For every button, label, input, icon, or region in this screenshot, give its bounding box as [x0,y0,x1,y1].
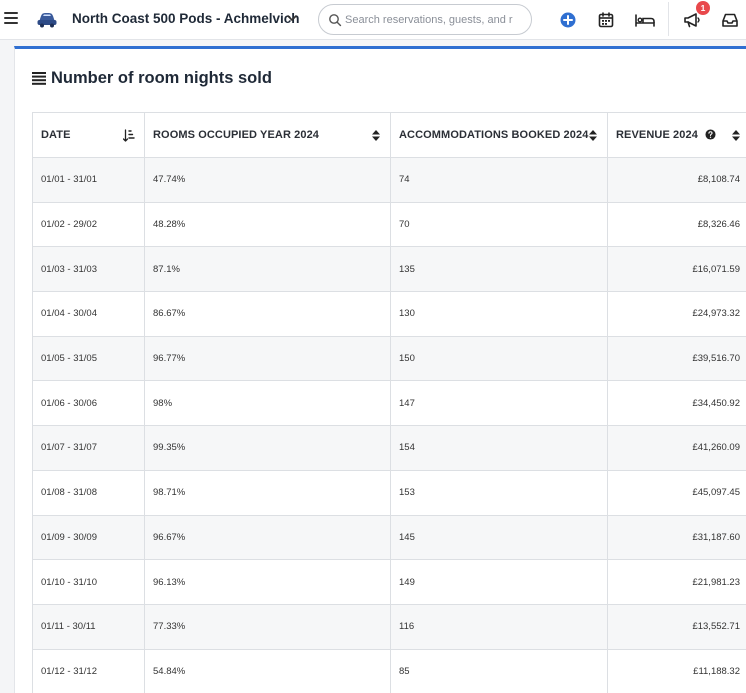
column-header-rooms-occupied[interactable]: ROOMS OCCUPIED YEAR 2024 [144,112,391,158]
column-header-accommodations-booked[interactable]: ACCOMMODATIONS BOOKED 2024 [390,112,608,158]
cell-date: 01/01 - 31/01 [32,157,145,203]
property-selector[interactable]: North Coast 500 Pods - Achmelvich [72,11,300,26]
table-row: 01/02 - 29/02 48.28% 70 £8,326.46 [32,201,746,248]
table-row: 01/04 - 30/04 86.67% 130 £24,973.32 [32,291,746,337]
report-table-wrap: DATE ROOMS OCCUPIED YEAR 2024 ACCOMMODAT… [32,112,746,693]
cell-rooms-occupied: 47.74% [144,157,391,203]
toolbar-divider [668,2,669,36]
cell-date: 01/07 - 31/07 [32,425,145,471]
help-icon[interactable] [705,129,716,140]
search-icon [329,14,342,27]
cell-accommodations-booked: 149 [390,559,608,605]
panel-title: Number of room nights sold [51,68,272,87]
column-header-revenue[interactable]: REVENUE 2024 [607,112,746,158]
report-panel: Number of room nights sold DATE ROOMS OC… [14,46,746,693]
car-icon[interactable] [36,10,58,28]
room-nights-table: DATE ROOMS OCCUPIED YEAR 2024 ACCOMMODAT… [32,112,746,693]
cell-rooms-occupied: 96.13% [144,559,391,605]
column-header-label: REVENUE 2024 [616,129,698,141]
cell-revenue: £21,981.23 [607,559,746,605]
bed-icon[interactable] [634,10,656,30]
table-row: 01/12 - 31/12 54.84% 85 £11,188.32 [32,648,746,693]
cell-accommodations-booked: 85 [390,648,608,693]
cell-rooms-occupied: 87.1% [144,246,391,293]
cell-rooms-occupied: 96.67% [144,514,391,561]
cell-rooms-occupied: 48.28% [144,201,391,248]
cell-rooms-occupied: 98.71% [144,469,391,516]
cell-revenue: £24,973.32 [607,291,746,337]
cell-revenue: £13,552.71 [607,603,746,650]
sort-icon[interactable] [371,129,381,142]
cell-rooms-occupied: 77.33% [144,603,391,650]
cell-revenue: £31,187.60 [607,514,746,561]
cell-accommodations-booked: 145 [390,514,608,561]
table-row: 01/10 - 31/10 96.13% 149 £21,981.23 [32,559,746,605]
table-row: 01/07 - 31/07 99.35% 154 £41,260.09 [32,425,746,471]
cell-accommodations-booked: 154 [390,425,608,471]
chevron-down-icon[interactable] [286,12,298,24]
cell-rooms-occupied: 96.77% [144,335,391,382]
table-row: 01/05 - 31/05 96.77% 150 £39,516.70 [32,335,746,382]
cell-revenue: £39,516.70 [607,335,746,382]
cell-accommodations-booked: 135 [390,246,608,293]
menu-icon[interactable] [4,12,18,24]
table-row: 01/09 - 30/09 96.67% 145 £31,187.60 [32,514,746,561]
cell-accommodations-booked: 74 [390,157,608,203]
column-header-label: ROOMS OCCUPIED YEAR 2024 [153,129,320,141]
top-bar: North Coast 500 Pods - Achmelvich 1 [0,0,746,40]
cell-date: 01/03 - 31/03 [32,246,145,293]
table-row: 01/08 - 31/08 98.71% 153 £45,097.45 [32,469,746,516]
inbox-icon[interactable] [720,10,740,30]
cell-accommodations-booked: 153 [390,469,608,516]
cell-date: 01/12 - 31/12 [32,648,145,693]
column-header-date[interactable]: DATE [32,112,145,158]
cell-revenue: £11,188.32 [607,648,746,693]
cell-accommodations-booked: 116 [390,603,608,650]
cell-revenue: £8,326.46 [607,201,746,248]
cell-rooms-occupied: 98% [144,380,391,427]
cell-revenue: £8,108.74 [607,157,746,203]
column-header-label: DATE [41,129,71,141]
cell-date: 01/10 - 31/10 [32,559,145,605]
search-input[interactable] [345,11,527,29]
cell-accommodations-booked: 130 [390,291,608,337]
cell-revenue: £41,260.09 [607,425,746,471]
cell-accommodations-booked: 150 [390,335,608,382]
sort-icon[interactable] [588,129,598,142]
cell-date: 01/11 - 30/11 [32,603,145,650]
cell-accommodations-booked: 70 [390,201,608,248]
cell-date: 01/04 - 30/04 [32,291,145,337]
notification-badge: 1 [696,1,710,15]
cell-revenue: £16,071.59 [607,246,746,293]
table-row: 01/06 - 30/06 98% 147 £34,450.92 [32,380,746,427]
cell-rooms-occupied: 54.84% [144,648,391,693]
cell-date: 01/02 - 29/02 [32,201,145,248]
table-header-row: DATE ROOMS OCCUPIED YEAR 2024 ACCOMMODAT… [32,112,746,158]
cell-rooms-occupied: 86.67% [144,291,391,337]
column-header-label: ACCOMMODATIONS BOOKED 2024 [399,129,589,141]
list-icon [32,72,46,85]
sort-icon[interactable] [731,129,741,142]
table-row: 01/11 - 30/11 77.33% 116 £13,552.71 [32,603,746,650]
calendar-icon[interactable] [596,10,616,30]
table-row: 01/01 - 31/01 47.74% 74 £8,108.74 [32,157,746,203]
panel-header: Number of room nights sold [31,67,272,89]
table-row: 01/03 - 31/03 87.1% 135 £16,071.59 [32,246,746,293]
cell-date: 01/08 - 31/08 [32,469,145,516]
cell-rooms-occupied: 99.35% [144,425,391,471]
plus-circle-icon[interactable] [558,10,578,30]
cell-date: 01/06 - 30/06 [32,380,145,427]
cell-date: 01/05 - 31/05 [32,335,145,382]
cell-revenue: £45,097.45 [607,469,746,516]
search-box [318,4,532,35]
cell-accommodations-booked: 147 [390,380,608,427]
cell-date: 01/09 - 30/09 [32,514,145,561]
sort-desc-icon[interactable] [123,129,135,142]
cell-revenue: £34,450.92 [607,380,746,427]
